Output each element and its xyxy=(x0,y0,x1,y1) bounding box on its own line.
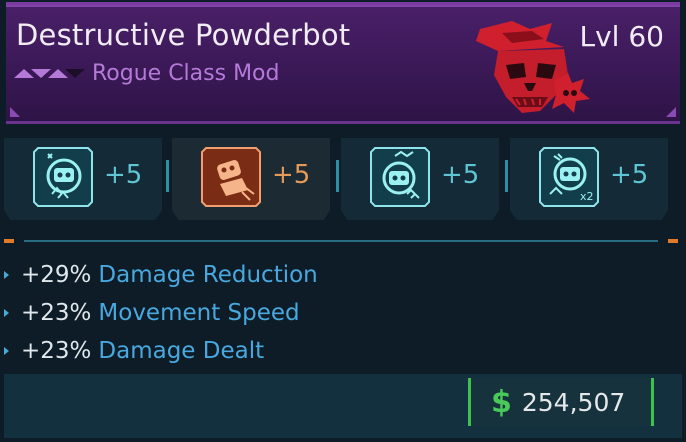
stat-value: +29% xyxy=(21,262,92,288)
corner-decoration xyxy=(10,107,20,117)
bullet-icon xyxy=(4,347,9,355)
item-card: Destructive Powderbot Lvl 60 Rogue Class… xyxy=(0,0,686,442)
skill-bonus-value: +5 xyxy=(272,160,311,190)
masked-skull-emblem-icon xyxy=(476,21,590,113)
stat-list: +29% Damage Reduction +23% Movement Spee… xyxy=(4,256,318,370)
skill-bonus-value: +5 xyxy=(441,160,480,190)
skill-bonus-3[interactable]: +5 xyxy=(341,138,499,220)
skill-multiplier-badge: x2 xyxy=(580,190,594,203)
divider xyxy=(505,160,508,192)
divider xyxy=(24,240,658,242)
item-footer: $ 254,507 xyxy=(4,374,682,438)
stat-value: +23% xyxy=(21,338,92,364)
stat-row: +23% Damage Dealt xyxy=(4,332,318,370)
bomb-skill-icon xyxy=(201,147,261,207)
bullet-icon xyxy=(4,309,9,317)
item-type-row: Rogue Class Mod xyxy=(14,61,279,86)
skill-bonus-1[interactable]: +5 xyxy=(4,138,162,220)
rarity-icon xyxy=(14,69,85,78)
stat-row: +29% Damage Reduction xyxy=(4,256,318,294)
skill-bonus-2[interactable]: +5 xyxy=(172,138,330,220)
bot-skill-icon xyxy=(370,147,430,207)
divider-accent xyxy=(4,239,14,243)
item-name: Destructive Powderbot xyxy=(16,18,351,52)
corner-decoration xyxy=(666,107,676,117)
divider-accent xyxy=(668,239,678,243)
bot-skill-icon xyxy=(33,147,93,207)
dollar-icon: $ xyxy=(491,384,512,420)
item-header: Destructive Powderbot Lvl 60 Rogue Class… xyxy=(6,2,680,124)
skill-bonus-row: +5 +5 +5 x2 +5 xyxy=(4,138,682,222)
stat-name: Damage Reduction xyxy=(98,262,318,288)
divider xyxy=(336,160,339,192)
price-tag: $ 254,507 xyxy=(468,378,654,426)
item-type: Rogue Class Mod xyxy=(92,61,280,86)
skill-bonus-value: +5 xyxy=(104,160,143,190)
stat-row: +23% Movement Speed xyxy=(4,294,318,332)
bullet-icon xyxy=(4,271,9,279)
stat-name: Damage Dealt xyxy=(98,338,265,364)
stat-name: Movement Speed xyxy=(98,300,300,326)
skill-bonus-4[interactable]: x2 +5 xyxy=(510,138,668,220)
bot-skill-icon: x2 xyxy=(539,147,599,207)
stat-value: +23% xyxy=(21,300,92,326)
divider xyxy=(166,160,169,192)
skill-bonus-value: +5 xyxy=(610,160,649,190)
price-value: 254,507 xyxy=(521,387,626,417)
